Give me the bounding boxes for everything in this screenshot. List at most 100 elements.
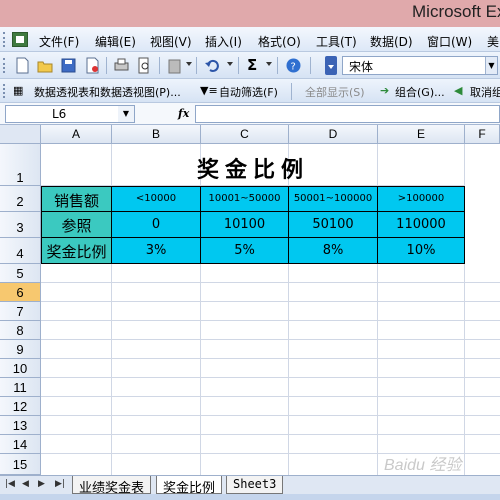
- reference-cell[interactable]: 50100: [289, 212, 378, 238]
- autosum-icon[interactable]: Σ: [247, 56, 257, 74]
- new-document-icon[interactable]: [14, 57, 31, 74]
- row-header-13[interactable]: 13: [0, 416, 41, 435]
- row-header-10[interactable]: 10: [0, 359, 41, 378]
- autosum-dropdown-icon[interactable]: [266, 62, 272, 66]
- reference-cell[interactable]: 10100: [201, 212, 289, 238]
- row-label-sales[interactable]: 销售额: [41, 186, 112, 212]
- gridline: [41, 434, 500, 435]
- toolbar-grip-icon[interactable]: [3, 84, 6, 98]
- toolbar-grip-icon[interactable]: [3, 32, 6, 47]
- column-header-c[interactable]: C: [201, 125, 289, 144]
- tab-bonus-table[interactable]: 业绩奖金表: [72, 476, 152, 496]
- name-box-value: L6: [52, 107, 67, 121]
- row-header-4[interactable]: 4: [0, 238, 41, 264]
- column-header-e[interactable]: E: [378, 125, 465, 144]
- name-box[interactable]: L6 ▼: [5, 105, 135, 123]
- insert-function-icon[interactable]: fx: [178, 107, 189, 120]
- select-all-corner[interactable]: [0, 125, 41, 144]
- row-label-bonus-rate[interactable]: 奖金比例: [41, 238, 112, 264]
- standard-toolbar: Σ ? 宋体 ▼: [0, 52, 500, 79]
- pivot-table-wizard-button[interactable]: 数据透视表和数据透视图(P)...: [34, 84, 181, 100]
- bonus-rate-cell[interactable]: 10%: [378, 238, 465, 264]
- column-header-b[interactable]: B: [112, 125, 201, 144]
- bonus-rate-cell[interactable]: 8%: [289, 238, 378, 264]
- first-sheet-icon[interactable]: |◀: [5, 479, 15, 489]
- row-header-6[interactable]: 6: [0, 283, 41, 302]
- bonus-rate-cell[interactable]: 3%: [112, 238, 201, 264]
- row-header-5[interactable]: 5: [0, 264, 41, 283]
- excel-document-icon[interactable]: [12, 32, 28, 47]
- reference-cell[interactable]: 110000: [378, 212, 465, 238]
- column-header-a[interactable]: A: [41, 125, 112, 144]
- chevron-down-icon[interactable]: ▼: [118, 106, 134, 122]
- permission-icon[interactable]: [84, 57, 101, 74]
- tab-sheet3[interactable]: Sheet3: [226, 476, 284, 494]
- group-icon: ➔: [380, 84, 390, 97]
- toolbar-separator: [238, 57, 239, 74]
- row-header-14[interactable]: 14: [0, 435, 41, 454]
- sales-range-cell[interactable]: 10001~50000: [201, 186, 289, 212]
- print-preview-icon[interactable]: [136, 57, 153, 74]
- next-sheet-icon[interactable]: ▶: [38, 479, 45, 489]
- row-header-12[interactable]: 12: [0, 397, 41, 416]
- gridline: [41, 301, 500, 302]
- row-header-7[interactable]: 7: [0, 302, 41, 321]
- gridline: [41, 377, 500, 378]
- menu-tools[interactable]: 工具(T): [316, 33, 357, 50]
- show-all-button[interactable]: 全部显示(S): [305, 84, 365, 100]
- save-icon[interactable]: [60, 57, 77, 74]
- row-header-15[interactable]: 15: [0, 454, 41, 475]
- column-header-d[interactable]: D: [289, 125, 378, 144]
- autofilter-button[interactable]: 自动筛选(F): [219, 84, 278, 100]
- column-header-f[interactable]: F: [465, 125, 500, 144]
- row-label-reference[interactable]: 参照: [41, 212, 112, 238]
- sales-range-cell[interactable]: <10000: [112, 186, 201, 212]
- row-header-11[interactable]: 11: [0, 378, 41, 397]
- row-header-8[interactable]: 8: [0, 321, 41, 340]
- formula-input[interactable]: [195, 105, 500, 123]
- sales-range-cell[interactable]: >100000: [378, 186, 465, 212]
- toolbar-options-button[interactable]: [325, 56, 337, 75]
- prev-sheet-icon[interactable]: ◀: [22, 479, 29, 489]
- paste-dropdown-icon[interactable]: [186, 62, 192, 66]
- group-button[interactable]: 组合(G)...: [395, 84, 445, 100]
- worksheet-grid[interactable]: A B C D E F 1 2 3 4 5 6 7 8 9 10 11 12 1…: [0, 125, 500, 475]
- toolbar-separator: [310, 57, 311, 74]
- tab-bonus-ratio[interactable]: 奖金比例: [156, 476, 223, 496]
- ungroup-button[interactable]: 取消组: [470, 84, 500, 100]
- sheet-title-cell[interactable]: 奖金比例: [41, 144, 465, 186]
- row-header-9[interactable]: 9: [0, 340, 41, 359]
- toolbar-separator: [277, 57, 278, 74]
- row-header-3[interactable]: 3: [0, 212, 41, 238]
- help-icon[interactable]: ?: [285, 57, 302, 74]
- row-header-2[interactable]: 2: [0, 186, 41, 212]
- chevron-down-icon[interactable]: ▼: [485, 57, 497, 74]
- toolbar-separator: [196, 57, 197, 74]
- menu-view[interactable]: 视图(V): [150, 33, 192, 50]
- toolbar-grip-icon[interactable]: [3, 58, 6, 73]
- row-header-1[interactable]: 1: [0, 144, 41, 186]
- undo-icon[interactable]: [204, 57, 221, 74]
- menu-file[interactable]: 文件(F): [39, 33, 79, 50]
- print-icon[interactable]: [113, 57, 130, 74]
- reference-cell[interactable]: 0: [112, 212, 201, 238]
- bonus-rate-cell[interactable]: 5%: [201, 238, 289, 264]
- watermark: Baidu 经验: [384, 457, 462, 474]
- undo-dropdown-icon[interactable]: [227, 62, 233, 66]
- paste-icon[interactable]: [166, 57, 183, 74]
- gridline: [41, 358, 500, 359]
- svg-text:?: ?: [291, 62, 296, 73]
- menu-window[interactable]: 窗口(W): [427, 33, 472, 50]
- menu-edit[interactable]: 编辑(E): [95, 33, 136, 50]
- open-folder-icon[interactable]: [37, 57, 54, 74]
- menu-data[interactable]: 数据(D): [370, 33, 413, 50]
- font-name-select[interactable]: 宋体 ▼: [342, 56, 498, 75]
- pivot-table-icon: ▦: [13, 84, 24, 97]
- menu-format[interactable]: 格式(O): [258, 33, 301, 50]
- menu-insert[interactable]: 插入(I): [205, 33, 242, 50]
- menu-help-truncated[interactable]: 美: [487, 33, 499, 50]
- last-sheet-icon[interactable]: ▶|: [55, 479, 65, 489]
- window-title-bar: Microsoft Ex: [0, 0, 500, 27]
- toolbar-separator: [159, 57, 160, 74]
- sales-range-cell[interactable]: 50001~100000: [289, 186, 378, 212]
